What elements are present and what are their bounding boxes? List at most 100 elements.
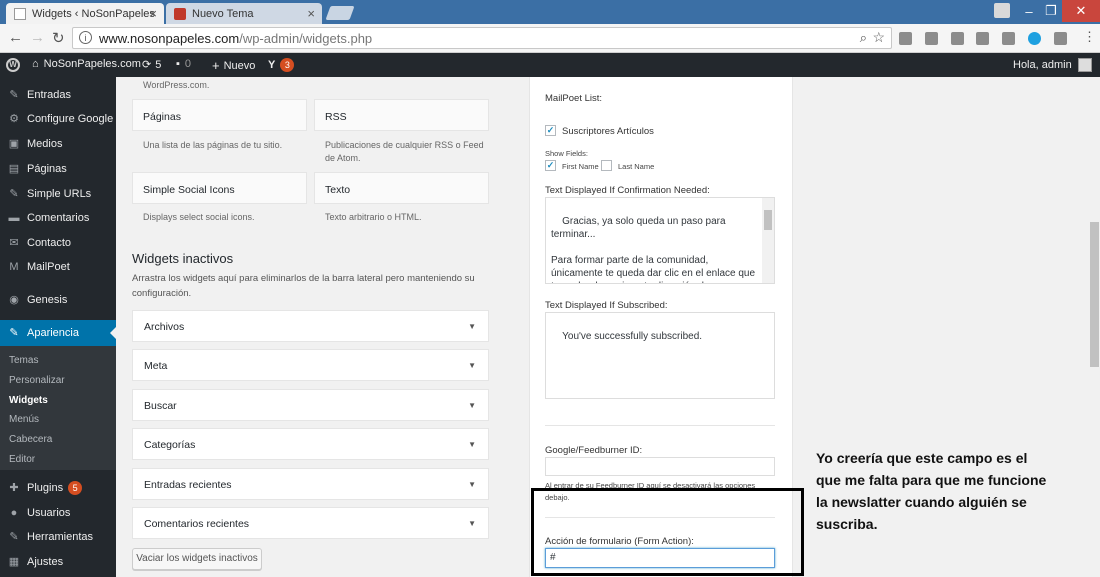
- page-scroll-thumb[interactable]: [1090, 222, 1099, 367]
- sidebar-item-label: Genesis: [27, 294, 68, 306]
- image-icon[interactable]: [976, 32, 989, 45]
- comments-link[interactable]: ▪ 0: [176, 58, 191, 70]
- clear-inactive-widgets-button[interactable]: Vaciar los widgets inactivos: [132, 548, 262, 570]
- sidebar-item-paginas[interactable]: ▤ Páginas: [0, 158, 116, 180]
- sidebar-item-label: Páginas: [27, 163, 67, 175]
- site-name-link[interactable]: ⌂ NoSonPapeles.com: [32, 58, 141, 70]
- plugins-badge: 5: [68, 481, 83, 495]
- list-checkbox[interactable]: ✓: [545, 125, 556, 136]
- expand-arrow-icon[interactable]: ▼: [468, 519, 476, 528]
- puzzle-icon[interactable]: [899, 32, 912, 45]
- sidebar-item-medios[interactable]: ▣ Medios: [0, 133, 116, 155]
- expand-arrow-icon[interactable]: ▼: [468, 401, 476, 410]
- first-name-label: First Name: [562, 162, 599, 171]
- cloud-icon[interactable]: [1002, 32, 1015, 45]
- sidebar-item-simple-urls[interactable]: ✎ Simple URLs: [0, 183, 116, 205]
- zoom-icon[interactable]: ⌕: [860, 30, 867, 46]
- account-link[interactable]: Hola, admin: [1013, 58, 1092, 72]
- profile-icon[interactable]: [994, 3, 1010, 18]
- info-icon[interactable]: [925, 32, 938, 45]
- bookmark-star-icon[interactable]: ☆: [872, 29, 885, 46]
- yoast-link[interactable]: Y 3: [268, 58, 295, 72]
- new-content-link[interactable]: + Nuevo: [212, 58, 255, 73]
- sidebar-item-configure-google[interactable]: ⚙ Configure Google: [0, 108, 116, 130]
- textarea-scrollbar[interactable]: [762, 198, 774, 283]
- inactive-widget-buscar[interactable]: Buscar ▼: [132, 389, 489, 421]
- home-icon: ⌂: [32, 58, 39, 70]
- sidebar-item-genesis[interactable]: ◉ Genesis: [0, 289, 116, 311]
- forward-icon[interactable]: →: [30, 29, 45, 46]
- widget-simple-social-icons[interactable]: Simple Social Icons: [132, 172, 307, 204]
- last-name-checkbox[interactable]: [601, 160, 612, 171]
- widget-rss[interactable]: RSS: [314, 99, 489, 131]
- minimize-icon[interactable]: –: [1018, 0, 1040, 22]
- skype-icon[interactable]: [1028, 32, 1041, 45]
- avatar: [1077, 58, 1092, 72]
- submenu-personalizar[interactable]: Personalizar: [9, 375, 65, 386]
- sidebar-item-entradas[interactable]: ✎ Entradas: [0, 84, 116, 106]
- reload-icon[interactable]: ↻: [52, 29, 65, 47]
- submenu-cabecera[interactable]: Cabecera: [9, 434, 52, 445]
- submenu-editor[interactable]: Editor: [9, 454, 35, 465]
- scroll-thumb[interactable]: [764, 210, 772, 230]
- plus-icon: +: [212, 58, 220, 73]
- close-tab-icon[interactable]: ×: [307, 6, 315, 21]
- sidebar-item-label: Contacto: [27, 237, 72, 249]
- a-icon[interactable]: [951, 32, 964, 45]
- sidebar-item-usuarios[interactable]: ● Usuarios: [0, 502, 116, 524]
- apariencia-submenu: Temas Personalizar Widgets Menús Cabecer…: [0, 346, 116, 470]
- widget-texto[interactable]: Texto: [314, 172, 489, 204]
- widget-paginas[interactable]: Páginas: [132, 99, 307, 131]
- widget-title: Buscar: [144, 400, 177, 412]
- feedburner-input[interactable]: [545, 457, 775, 476]
- page-scrollbar[interactable]: [1089, 77, 1100, 577]
- new-tab-button[interactable]: [325, 6, 355, 20]
- feedburner-label: Google/Feedburner ID:: [545, 445, 643, 456]
- updates-link[interactable]: ⟳ 5: [142, 58, 161, 72]
- inactive-widget-archivos[interactable]: Archivos ▼: [132, 310, 489, 342]
- inactive-widget-categorias[interactable]: Categorías ▼: [132, 428, 489, 460]
- sidebar-item-ajustes[interactable]: ▦ Ajustes: [0, 551, 116, 573]
- submenu-widgets[interactable]: Widgets: [9, 395, 48, 406]
- sidebar-item-herramientas[interactable]: ✎ Herramientas: [0, 526, 116, 548]
- expand-arrow-icon[interactable]: ▼: [468, 440, 476, 449]
- sidebar-item-contacto[interactable]: ✉ Contacto: [0, 232, 116, 254]
- sidebar-item-apariencia[interactable]: ✎ Apariencia: [0, 320, 116, 346]
- inactive-widget-entradas-recientes[interactable]: Entradas recientes ▼: [132, 468, 489, 500]
- genesis-icon: ◉: [9, 294, 19, 306]
- info-icon[interactable]: i: [79, 31, 92, 44]
- close-tab-icon[interactable]: ×: [149, 6, 157, 21]
- widget-title: Páginas: [143, 111, 181, 123]
- browser-tab-inactive[interactable]: Nuevo Tema ×: [166, 3, 322, 24]
- menu-dots-icon[interactable]: ⋮: [1083, 29, 1096, 45]
- wrench-icon: ✎: [9, 531, 19, 543]
- sidebar-item-label: Usuarios: [27, 507, 71, 519]
- submenu-temas[interactable]: Temas: [9, 355, 38, 366]
- sidebar-item-mailpoet[interactable]: M MailPoet: [0, 256, 116, 278]
- subscribed-text-value: You've successfully subscribed.: [562, 331, 703, 342]
- sidebar-item-label: MailPoet: [27, 261, 70, 273]
- sidebar-item-comentarios[interactable]: ▬ Comentarios: [0, 207, 116, 229]
- first-name-checkbox[interactable]: ✓: [545, 160, 556, 171]
- confirm-text-area[interactable]: Gracias, ya solo queda un paso para term…: [545, 197, 775, 284]
- url-field[interactable]: i www.nosonpapeles.com/wp-admin/widgets.…: [72, 27, 892, 49]
- close-icon[interactable]: ✕: [1062, 0, 1100, 22]
- subscribed-text-area[interactable]: You've successfully subscribed.: [545, 312, 775, 399]
- expand-arrow-icon[interactable]: ▼: [468, 361, 476, 370]
- gear-icon: ⚙: [9, 113, 19, 125]
- inactive-widget-meta[interactable]: Meta ▼: [132, 349, 489, 381]
- wordpress-logo-icon[interactable]: W: [6, 58, 20, 72]
- pdf-icon[interactable]: [1054, 32, 1067, 45]
- expand-arrow-icon[interactable]: ▼: [468, 480, 476, 489]
- sidebar-item-plugins[interactable]: ✚ Plugins 5: [0, 477, 116, 499]
- browser-tab-active[interactable]: Widgets ‹ NoSonPapeles ×: [6, 3, 164, 24]
- restore-icon[interactable]: ❐: [1040, 0, 1062, 22]
- submenu-menus[interactable]: Menús: [9, 414, 39, 425]
- sidebar-item-label: Apariencia: [27, 327, 79, 339]
- back-icon[interactable]: ←: [8, 29, 23, 46]
- new-label: Nuevo: [223, 59, 256, 72]
- pin-icon: ✎: [9, 188, 19, 200]
- comments-count: 0: [184, 58, 192, 70]
- expand-arrow-icon[interactable]: ▼: [468, 322, 476, 331]
- inactive-widget-comentarios-recientes[interactable]: Comentarios recientes ▼: [132, 507, 489, 539]
